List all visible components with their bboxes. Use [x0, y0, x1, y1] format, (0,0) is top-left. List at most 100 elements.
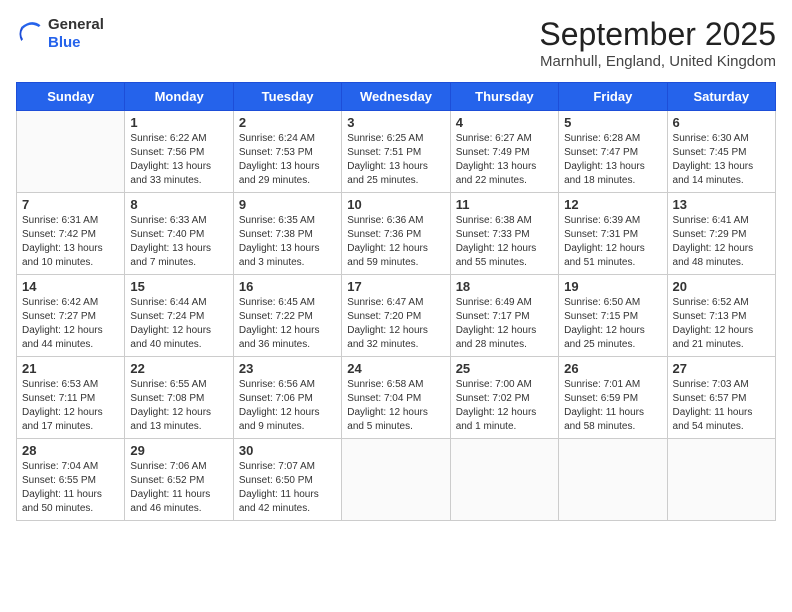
- day-info: Sunrise: 7:07 AMSunset: 6:50 PMDaylight:…: [239, 460, 336, 516]
- day-number: 4: [456, 115, 553, 130]
- day-info: Sunrise: 6:45 AMSunset: 7:22 PMDaylight:…: [239, 296, 336, 352]
- day-number: 24: [347, 361, 444, 376]
- weekday-header-saturday: Saturday: [667, 83, 775, 111]
- day-info: Sunrise: 7:04 AMSunset: 6:55 PMDaylight:…: [22, 460, 119, 516]
- calendar-cell: 6Sunrise: 6:30 AMSunset: 7:45 PMDaylight…: [667, 111, 775, 193]
- logo: General Blue: [16, 16, 104, 52]
- calendar-cell: 4 Sunrise: 6:27 AMSunset: 7:49 PMDaylight…: [450, 111, 558, 193]
- day-info: Sunrise: 6:42 AMSunset: 7:27 PMDaylight:…: [22, 296, 119, 352]
- day-info: Sunrise: 7:03 AMSunset: 6:57 PMDaylight:…: [673, 378, 770, 434]
- day-number: 3: [347, 115, 444, 130]
- calendar-cell: [559, 439, 667, 521]
- calendar-cell: 16 Sunrise: 6:45 AMSunset: 7:22 PMDayligh…: [233, 275, 341, 357]
- weekday-header-row: SundayMondayTuesdayWednesdayThursdayFrid…: [17, 83, 776, 111]
- weekday-header-tuesday: Tuesday: [233, 83, 341, 111]
- day-number: 20: [673, 279, 770, 294]
- week-row-5: 28 Sunrise: 7:04 AMSunset: 6:55 PMDayligh…: [17, 439, 776, 521]
- day-info: Sunrise: 6:52 AMSunset: 7:13 PMDaylight:…: [673, 296, 770, 352]
- weekday-header-wednesday: Wednesday: [342, 83, 450, 111]
- calendar-cell: 9Sunrise: 6:35 AMSunset: 7:38 PMDaylight…: [233, 193, 341, 275]
- day-number: 1: [130, 115, 227, 130]
- day-info: Sunrise: 6:50 AMSunset: 7:15 PMDaylight:…: [564, 296, 661, 352]
- day-info: Sunrise: 6:44 AMSunset: 7:24 PMDaylight:…: [130, 296, 227, 352]
- day-info: Sunrise: 6:31 AMSunset: 7:42 PMDaylight:…: [22, 214, 119, 270]
- weekday-header-monday: Monday: [125, 83, 233, 111]
- calendar-cell: 7 Sunrise: 6:31 AMSunset: 7:42 PMDaylight…: [17, 193, 125, 275]
- logo-icon: [16, 20, 44, 48]
- month-year-heading: September 2025: [539, 16, 776, 53]
- day-info: Sunrise: 6:41 AMSunset: 7:29 PMDaylight:…: [673, 214, 770, 270]
- day-info: Sunrise: 6:22 AMSunset: 7:56 PMDaylight:…: [130, 132, 227, 188]
- day-number: 21: [22, 361, 119, 376]
- weekday-header-friday: Friday: [559, 83, 667, 111]
- calendar-cell: 24Sunrise: 6:58 AMSunset: 7:04 PMDayligh…: [342, 357, 450, 439]
- title-block: September 2025 Marnhull, England, United…: [539, 16, 776, 70]
- calendar-cell: 1 Sunrise: 6:22 AMSunset: 7:56 PMDaylight…: [125, 111, 233, 193]
- day-number: 29: [130, 443, 227, 458]
- week-row-3: 14 Sunrise: 6:42 AMSunset: 7:27 PMDayligh…: [17, 275, 776, 357]
- day-number: 30: [239, 443, 336, 458]
- calendar-cell: 25 Sunrise: 7:00 AMSunset: 7:02 PMDayligh…: [450, 357, 558, 439]
- day-number: 27: [673, 361, 770, 376]
- day-info: Sunrise: 6:47 AMSunset: 7:20 PMDaylight:…: [347, 296, 444, 352]
- day-number: 12: [564, 197, 661, 212]
- day-info: Sunrise: 6:33 AMSunset: 7:40 PMDaylight:…: [130, 214, 227, 270]
- calendar-cell: 17 Sunrise: 6:47 AMSunset: 7:20 PMDayligh…: [342, 275, 450, 357]
- day-number: 25: [456, 361, 553, 376]
- calendar-cell: 15Sunrise: 6:44 AMSunset: 7:24 PMDayligh…: [125, 275, 233, 357]
- logo-blue: Blue: [48, 34, 81, 51]
- calendar-cell: [17, 111, 125, 193]
- calendar-cell: 22 Sunrise: 6:55 AMSunset: 7:08 PMDayligh…: [125, 357, 233, 439]
- day-number: 23: [239, 361, 336, 376]
- day-number: 28: [22, 443, 119, 458]
- calendar-cell: 23 Sunrise: 6:56 AMSunset: 7:06 PMDayligh…: [233, 357, 341, 439]
- day-info: Sunrise: 6:56 AMSunset: 7:06 PMDaylight:…: [239, 378, 336, 434]
- day-info: Sunrise: 7:00 AMSunset: 7:02 PMDaylight:…: [456, 378, 553, 434]
- day-number: 18: [456, 279, 553, 294]
- calendar-cell: 8Sunrise: 6:33 AMSunset: 7:40 PMDaylight…: [125, 193, 233, 275]
- day-number: 2: [239, 115, 336, 130]
- day-info: Sunrise: 6:24 AMSunset: 7:53 PMDaylight:…: [239, 132, 336, 188]
- day-number: 22: [130, 361, 227, 376]
- calendar-cell: 27 Sunrise: 7:03 AMSunset: 6:57 PMDayligh…: [667, 357, 775, 439]
- day-number: 13: [673, 197, 770, 212]
- calendar-cell: 20 Sunrise: 6:52 AMSunset: 7:13 PMDayligh…: [667, 275, 775, 357]
- logo-general: General: [48, 16, 104, 33]
- day-number: 16: [239, 279, 336, 294]
- day-number: 7: [22, 197, 119, 212]
- calendar-cell: 14 Sunrise: 6:42 AMSunset: 7:27 PMDayligh…: [17, 275, 125, 357]
- calendar-cell: 10Sunrise: 6:36 AMSunset: 7:36 PMDayligh…: [342, 193, 450, 275]
- week-row-2: 7 Sunrise: 6:31 AMSunset: 7:42 PMDaylight…: [17, 193, 776, 275]
- calendar-cell: 18Sunrise: 6:49 AMSunset: 7:17 PMDayligh…: [450, 275, 558, 357]
- day-info: Sunrise: 6:25 AMSunset: 7:51 PMDaylight:…: [347, 132, 444, 188]
- location-label: Marnhull, England, United Kingdom: [539, 53, 776, 70]
- calendar-cell: 26 Sunrise: 7:01 AMSunset: 6:59 PMDayligh…: [559, 357, 667, 439]
- day-info: Sunrise: 7:06 AMSunset: 6:52 PMDaylight:…: [130, 460, 227, 516]
- calendar-cell: 29 Sunrise: 7:06 AMSunset: 6:52 PMDayligh…: [125, 439, 233, 521]
- logo-text: General Blue: [48, 16, 104, 52]
- day-info: Sunrise: 6:55 AMSunset: 7:08 PMDaylight:…: [130, 378, 227, 434]
- calendar-cell: 28 Sunrise: 7:04 AMSunset: 6:55 PMDayligh…: [17, 439, 125, 521]
- day-number: 17: [347, 279, 444, 294]
- calendar-cell: 11Sunrise: 6:38 AMSunset: 7:33 PMDayligh…: [450, 193, 558, 275]
- day-number: 14: [22, 279, 119, 294]
- day-info: Sunrise: 6:39 AMSunset: 7:31 PMDaylight:…: [564, 214, 661, 270]
- week-row-4: 21Sunrise: 6:53 AMSunset: 7:11 PMDayligh…: [17, 357, 776, 439]
- calendar-cell: 5 Sunrise: 6:28 AMSunset: 7:47 PMDaylight…: [559, 111, 667, 193]
- page-header: General Blue September 2025 Marnhull, En…: [16, 16, 776, 70]
- day-info: Sunrise: 6:30 AMSunset: 7:45 PMDaylight:…: [673, 132, 770, 188]
- calendar-cell: 13 Sunrise: 6:41 AMSunset: 7:29 PMDayligh…: [667, 193, 775, 275]
- calendar-cell: [342, 439, 450, 521]
- day-info: Sunrise: 6:28 AMSunset: 7:47 PMDaylight:…: [564, 132, 661, 188]
- calendar-cell: 3 Sunrise: 6:25 AMSunset: 7:51 PMDaylight…: [342, 111, 450, 193]
- day-info: Sunrise: 6:38 AMSunset: 7:33 PMDaylight:…: [456, 214, 553, 270]
- calendar-cell: [450, 439, 558, 521]
- calendar-cell: [667, 439, 775, 521]
- day-number: 5: [564, 115, 661, 130]
- calendar-cell: 12 Sunrise: 6:39 AMSunset: 7:31 PMDayligh…: [559, 193, 667, 275]
- day-number: 19: [564, 279, 661, 294]
- day-info: Sunrise: 7:01 AMSunset: 6:59 PMDaylight:…: [564, 378, 661, 434]
- calendar-cell: 21Sunrise: 6:53 AMSunset: 7:11 PMDayligh…: [17, 357, 125, 439]
- day-info: Sunrise: 6:27 AMSunset: 7:49 PMDaylight:…: [456, 132, 553, 188]
- day-number: 26: [564, 361, 661, 376]
